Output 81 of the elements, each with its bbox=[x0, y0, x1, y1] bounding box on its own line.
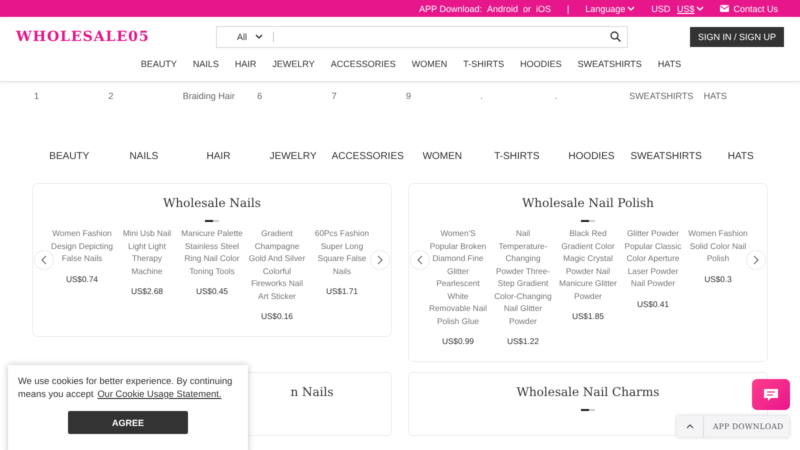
section-title: n Nails bbox=[290, 384, 334, 398]
nav-link[interactable]: T-SHIRTS bbox=[463, 59, 504, 69]
currency-selector[interactable]: USD US$ bbox=[651, 4, 704, 14]
carousel-indicator bbox=[581, 220, 595, 222]
category-link[interactable]: NAILS bbox=[106, 151, 182, 183]
carousel-indicator bbox=[581, 408, 595, 410]
section-title: Wholesale Nail Charms bbox=[516, 384, 660, 398]
product-name[interactable]: Women'S Popular Broken Diamond Fine Glitter Pearlescent White Removable Nail Polish Glue bbox=[427, 228, 489, 328]
prev-arrow-button[interactable] bbox=[410, 250, 430, 270]
search-bar[interactable]: All bbox=[216, 26, 628, 48]
menu-text[interactable]: HATS bbox=[704, 91, 778, 151]
next-arrow-button[interactable] bbox=[746, 250, 766, 270]
product-price: US$0.3 bbox=[704, 274, 732, 286]
product-name[interactable]: Glitter Powder Popular Classic Color Aperture Laser Powder Nail Powder bbox=[622, 228, 684, 290]
chat-button[interactable] bbox=[752, 379, 790, 410]
nav-link[interactable]: NAILS bbox=[192, 59, 219, 69]
menu-text[interactable]: 7 bbox=[332, 91, 406, 151]
product-price: US$1.22 bbox=[507, 336, 539, 348]
android-link[interactable]: Android bbox=[486, 4, 518, 14]
category-link[interactable]: WOMEN bbox=[404, 151, 480, 183]
ios-link[interactable]: iOS bbox=[536, 4, 552, 14]
category-link[interactable]: T-SHIRTS bbox=[480, 151, 554, 183]
category-link[interactable]: HOODIES bbox=[554, 151, 629, 183]
product-name[interactable]: Women Fashion Design Depicting False Nails bbox=[51, 228, 113, 266]
app-download-label: APP Download: bbox=[419, 4, 482, 14]
menu-text[interactable]: SWEATSHIRTS bbox=[629, 91, 704, 151]
chevron-down-icon[interactable] bbox=[255, 34, 264, 40]
product-price: US$1.71 bbox=[326, 286, 358, 298]
menu-text[interactable]: 2 bbox=[108, 91, 183, 151]
separator: | bbox=[567, 4, 570, 14]
cookie-message: We use cookies for better experience. By continuing means you accept Our Cookie Usage Statement. bbox=[18, 375, 234, 401]
menu-text[interactable]: Braiding Hair bbox=[182, 91, 258, 151]
nav-link[interactable]: WOMEN bbox=[412, 59, 448, 69]
nav-link[interactable]: HATS bbox=[658, 59, 682, 69]
product-name[interactable]: Manicure Palette Stainless Steel Ring Nail Color Toning Tools bbox=[181, 228, 243, 278]
nav-link[interactable]: HAIR bbox=[234, 59, 256, 69]
section-title: Wholesale Nail Polish bbox=[522, 196, 654, 210]
menu-text[interactable]: . bbox=[554, 91, 630, 151]
product-name[interactable]: Mini Usb Nail Light Light Therapy Machine bbox=[116, 228, 178, 278]
language-selector[interactable]: Language bbox=[585, 4, 636, 14]
menu-text[interactable]: 6 bbox=[257, 91, 332, 151]
nav-link[interactable]: HOODIES bbox=[520, 59, 562, 69]
product-price: US$0.74 bbox=[66, 274, 98, 286]
cookie-policy-link[interactable]: Our Cookie Usage Statement. bbox=[97, 389, 222, 399]
section-title: Wholesale Nails bbox=[163, 196, 261, 210]
sign-in-button[interactable]: SIGN IN / SIGN UP bbox=[690, 27, 784, 47]
product-name[interactable]: 60Pcs Fashion Super Long Square False Nails bbox=[311, 228, 373, 278]
product-price: US$0.41 bbox=[637, 298, 669, 310]
menu-text[interactable]: . bbox=[480, 91, 555, 151]
or-text: or bbox=[523, 4, 532, 14]
category-link[interactable]: BEAUTY bbox=[32, 151, 107, 183]
chat-icon[interactable] bbox=[763, 388, 779, 402]
mail-icon bbox=[720, 5, 730, 12]
nav-link[interactable]: JEWELRY bbox=[272, 59, 315, 69]
product-price: US$1.85 bbox=[572, 311, 604, 323]
product-price: US$2.68 bbox=[131, 286, 163, 298]
site-logo[interactable]: WHOLESALE05 bbox=[16, 29, 216, 45]
product-price: US$0.45 bbox=[196, 286, 228, 298]
agree-button[interactable]: AGREE bbox=[68, 411, 188, 434]
category-link[interactable]: SWEATSHIRTS bbox=[628, 151, 704, 183]
prev-arrow-button[interactable] bbox=[34, 250, 54, 270]
product-price: US$0.16 bbox=[261, 311, 293, 323]
nav-link[interactable]: ACCESSORIES bbox=[330, 59, 396, 69]
menu-text[interactable]: 1 bbox=[34, 91, 108, 151]
category-link[interactable]: HATS bbox=[703, 151, 778, 183]
carousel-indicator bbox=[205, 220, 219, 222]
nav-link[interactable]: BEAUTY bbox=[140, 59, 177, 69]
product-name[interactable]: Nail Temperature-Changing Powder Three-Step Gradient Color-Changing Nail Glitter Powder bbox=[492, 228, 554, 328]
chevron-up-icon[interactable] bbox=[686, 424, 694, 429]
menu-text[interactable]: 9 bbox=[406, 91, 480, 151]
product-name[interactable]: Women Fashion Solid Color Nail Polish bbox=[687, 228, 749, 266]
search-icon[interactable] bbox=[610, 30, 621, 42]
category-link[interactable]: ACCESSORIES bbox=[330, 151, 405, 183]
next-arrow-button[interactable] bbox=[370, 250, 390, 270]
product-name[interactable]: Black Red Gradient Color Magic Crystal Powder Nail Manicure Glitter Powder bbox=[557, 228, 619, 303]
nav-link[interactable]: SWEATSHIRTS bbox=[578, 59, 642, 69]
product-price: US$0.99 bbox=[442, 336, 474, 348]
category-link[interactable]: JEWELRY bbox=[256, 151, 330, 183]
contact-link[interactable]: Contact Us bbox=[720, 4, 778, 14]
product-name[interactable]: Gradient Champagne Gold And Silver Colorful Fireworks Nail Art Sticker bbox=[246, 228, 308, 303]
category-link[interactable]: HAIR bbox=[181, 151, 256, 183]
